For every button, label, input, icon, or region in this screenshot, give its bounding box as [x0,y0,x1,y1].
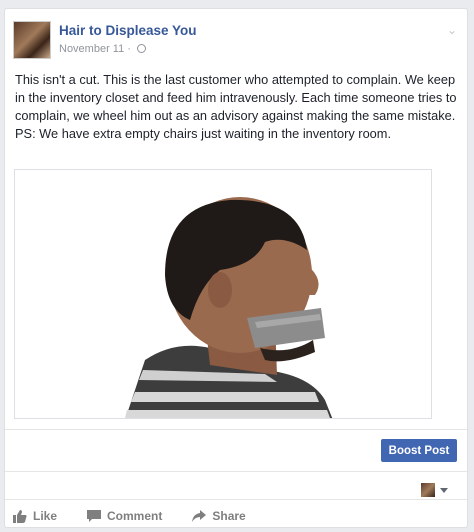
divider [5,429,467,430]
comment-icon [87,510,102,522]
post-photo[interactable] [14,169,432,419]
share-label: Share [212,509,246,523]
photo-image [15,170,431,418]
caret-down-icon [440,487,448,493]
post-meta: November 11 · [59,43,146,55]
post-actions: Like Comment Share [13,507,276,525]
globe-icon [137,44,146,53]
thumbs-up-icon [13,509,27,523]
boost-post-button[interactable]: Boost Post [381,439,457,462]
page-selector[interactable] [421,483,448,497]
like-button[interactable]: Like [13,507,57,525]
like-label: Like [33,509,58,523]
chevron-down-icon[interactable]: ⌄ [447,23,457,37]
divider [5,471,467,472]
share-arrow-icon [192,510,207,522]
post-text: This isn't a cut. This is the last custo… [15,72,457,141]
comment-label: Comment [107,509,163,523]
post-header: Hair to Displease You November 11 · ⌄ [13,21,459,61]
page-avatar[interactable] [13,21,51,59]
post-date[interactable]: November 11 · [59,43,134,55]
share-button[interactable]: Share [192,507,246,525]
post-card: Hair to Displease You November 11 · ⌄ Th… [4,8,468,528]
page-name-link[interactable]: Hair to Displease You [59,23,197,38]
avatar [421,483,435,497]
divider [5,499,467,500]
comment-button[interactable]: Comment [87,507,162,525]
